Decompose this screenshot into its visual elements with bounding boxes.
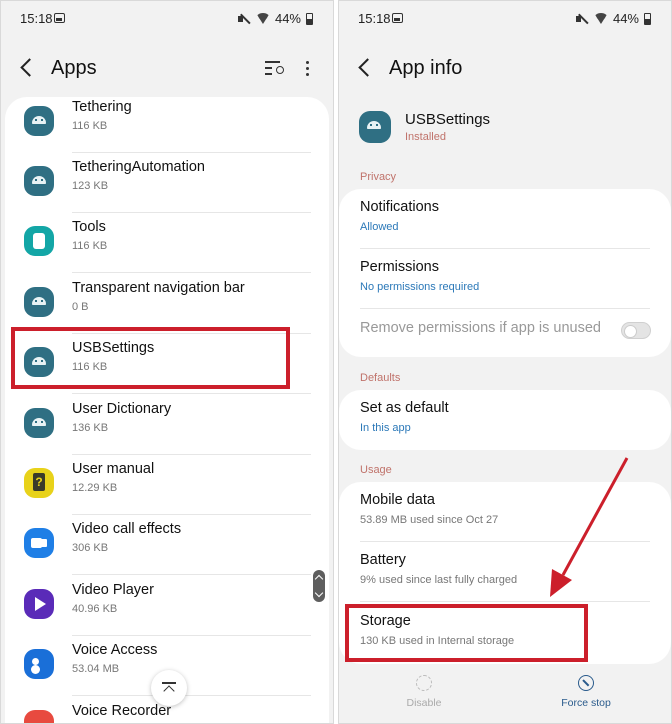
filter-search-icon[interactable]: [265, 61, 284, 75]
app-name: User Dictionary: [72, 401, 172, 417]
user-manual-icon: [24, 468, 54, 498]
app-size: 116 KB: [72, 240, 108, 252]
app-name: TetheringAutomation: [72, 159, 205, 175]
app-row-user-manual[interactable]: User manual 12.29 KB: [5, 455, 329, 515]
scroll-to-top-button[interactable]: [151, 670, 187, 706]
app-size: 306 KB: [72, 542, 109, 554]
battery-percent: 44%: [274, 11, 301, 26]
mute-icon: [237, 13, 251, 25]
android-icon: [24, 166, 54, 196]
app-name: Tools: [72, 219, 106, 235]
app-name: Voice Recorder: [72, 703, 172, 719]
apps-header: Apps: [1, 49, 333, 91]
wifi-icon: [255, 13, 270, 24]
app-row-video-call-effects[interactable]: Video call effects 306 KB: [5, 515, 329, 575]
app-name: Video Player: [72, 582, 154, 598]
status-bar: 15:18 44%: [1, 1, 333, 37]
app-row-transparent-navigation-bar[interactable]: Transparent navigation bar 0 B: [5, 274, 329, 334]
app-row-video-player[interactable]: Video Player 40.96 KB: [5, 576, 329, 636]
app-size: 0 B: [72, 301, 89, 313]
app-size: 40.96 KB: [72, 603, 118, 615]
android-icon: [24, 106, 54, 136]
video-player-icon: [24, 589, 54, 619]
android-icon: [24, 408, 54, 438]
android-icon: [24, 287, 54, 317]
bottom-action-bar: Disable Force stop: [339, 663, 671, 723]
app-size: 116 KB: [72, 120, 108, 132]
disable-label: Disable: [406, 697, 442, 709]
app-name: Video call effects: [72, 521, 182, 537]
page-title: Apps: [51, 57, 97, 79]
app-list: Tethering 116 KB TetheringAutomation 123…: [5, 97, 329, 723]
force-stop-button[interactable]: Force stop: [536, 675, 636, 709]
app-row-user-dictionary[interactable]: User Dictionary 136 KB: [5, 395, 329, 455]
voice-access-icon: [24, 649, 54, 679]
app-name: User manual: [72, 461, 155, 477]
app-info-screen: 15:18 44% App info USBSettings Installed…: [338, 0, 672, 724]
app-size: 123 KB: [72, 180, 109, 192]
app-size: 136 KB: [72, 422, 109, 434]
app-name: Tethering: [72, 99, 132, 115]
app-size: 53.04 MB: [72, 663, 120, 675]
app-size: 12.29 KB: [72, 482, 118, 494]
disable-button: Disable: [374, 675, 474, 709]
disable-icon: [416, 675, 432, 691]
app-row-tethering[interactable]: Tethering 116 KB: [5, 97, 329, 153]
app-row-tools[interactable]: Tools 116 KB: [5, 213, 329, 273]
force-stop-icon: [578, 675, 594, 691]
more-options-icon[interactable]: [306, 61, 309, 77]
app-name: Transparent navigation bar: [72, 280, 245, 296]
pointer-arrow-icon: [550, 457, 629, 597]
status-time: 15:18: [20, 11, 53, 26]
tools-icon: [24, 226, 54, 256]
apps-screen: 15:18 44% Apps Tethering 116 KB Tetherin…: [0, 0, 334, 724]
app-name: Voice Access: [72, 642, 158, 658]
video-call-icon: [24, 528, 54, 558]
battery-icon: [306, 12, 313, 25]
back-arrow-icon[interactable]: [20, 58, 39, 77]
fast-scroll-handle[interactable]: [313, 570, 325, 602]
app-row-tetheringautomation[interactable]: TetheringAutomation 123 KB: [5, 153, 329, 213]
force-stop-label: Force stop: [561, 697, 611, 709]
gallery-notification-icon: [54, 13, 65, 23]
usbsettings-highlight-box: [11, 327, 290, 389]
voice-recorder-icon: [24, 710, 54, 723]
